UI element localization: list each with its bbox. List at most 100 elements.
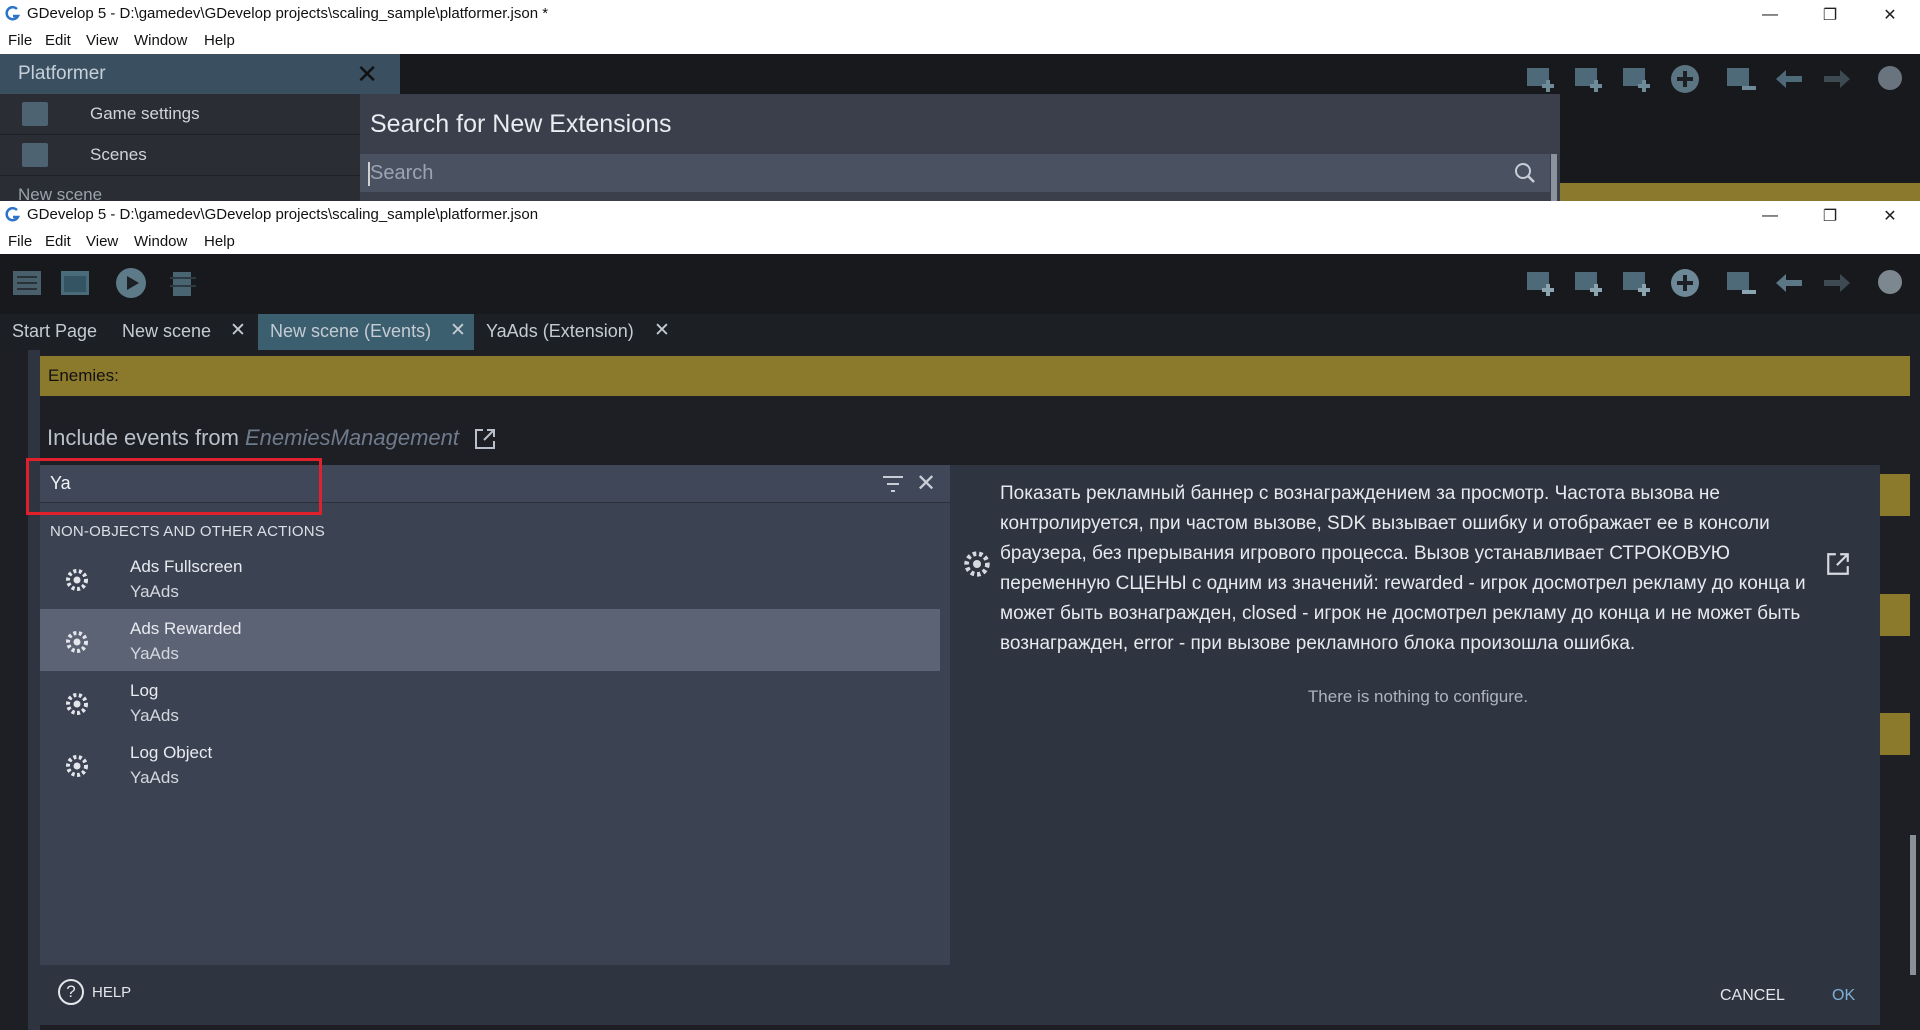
redo-icon[interactable] xyxy=(1820,266,1854,300)
add-other-event-icon[interactable] xyxy=(1668,62,1702,96)
list-item-log[interactable]: Log YaAds xyxy=(40,671,940,733)
scene-icon[interactable] xyxy=(58,266,92,300)
extensions-scrollbar[interactable] xyxy=(1551,154,1557,201)
menu-edit[interactable]: Edit xyxy=(45,32,71,49)
menu-file[interactable]: File xyxy=(8,32,32,49)
minimize-button[interactable]: — xyxy=(1740,201,1800,231)
search-extensions-dialog: Search for New Extensions Search xyxy=(360,94,1560,201)
help-icon: ? xyxy=(58,979,84,1005)
menu-view[interactable]: View xyxy=(86,32,118,49)
add-event-icon[interactable] xyxy=(1524,62,1558,96)
comment-event[interactable]: Enemies: xyxy=(40,356,1910,396)
add-comment-icon[interactable] xyxy=(1620,266,1654,300)
filter-icon[interactable] xyxy=(882,474,904,494)
project-item-label: Scenes xyxy=(90,145,147,164)
list-item-ads-rewarded[interactable]: Ads Rewarded YaAds xyxy=(40,609,940,671)
dialog-footer: ? HELP CANCEL OK xyxy=(40,965,1880,1025)
help-button[interactable]: ? HELP xyxy=(58,979,131,1005)
menu-window[interactable]: Window xyxy=(134,32,187,49)
minimize-button[interactable]: — xyxy=(1740,0,1800,30)
external-events-name: EnemiesManagement xyxy=(244,425,459,450)
redo-icon[interactable] xyxy=(1820,62,1854,96)
add-subevent-icon[interactable] xyxy=(1572,266,1606,300)
close-project-manager-button[interactable]: ✕ xyxy=(356,59,378,90)
gdevelop-logo-icon xyxy=(5,207,21,222)
ok-button[interactable]: OK xyxy=(1832,987,1855,1005)
gear-icon xyxy=(66,569,88,591)
gear-icon xyxy=(964,551,990,577)
close-tab-icon[interactable]: ✕ xyxy=(450,319,466,342)
events-gutter xyxy=(28,350,40,1030)
instruction-list-pane: Ya ✕ NON-OBJECTS AND OTHER ACTIONS Ads F… xyxy=(26,458,950,965)
tab-yaads-extension[interactable]: YaAds (Extension) ✕ xyxy=(474,314,674,350)
cancel-button[interactable]: CANCEL xyxy=(1720,987,1785,1005)
list-item-log-object[interactable]: Log Object YaAds xyxy=(40,733,940,795)
tab-new-scene[interactable]: New scene ✕ xyxy=(110,314,258,350)
include-events-row[interactable]: Include events from EnemiesManagement xyxy=(47,425,497,451)
extension-search-input[interactable]: Search xyxy=(360,154,1550,192)
add-event-icon[interactable] xyxy=(1524,266,1558,300)
menu-window[interactable]: Window xyxy=(134,233,187,250)
menu-view[interactable]: View xyxy=(86,233,118,250)
lower-titlebar: GDevelop 5 - D:\gamedev\GDevelop project… xyxy=(0,201,1920,231)
undo-icon[interactable] xyxy=(1772,266,1806,300)
maximize-button[interactable]: ❐ xyxy=(1800,0,1860,30)
project-title: Platformer xyxy=(18,63,106,84)
debugger-icon[interactable] xyxy=(166,266,200,300)
editor-tabs: Start Page New scene ✕ New scene (Events… xyxy=(0,314,1920,350)
project-manager-icon[interactable] xyxy=(10,266,44,300)
project-item-game-settings[interactable]: Game settings xyxy=(0,94,360,135)
search-placeholder: Search xyxy=(370,162,434,184)
upper-window-body: Platformer ✕ Game settings Scenes New sc… xyxy=(0,54,1920,201)
add-other-event-icon[interactable] xyxy=(1668,266,1702,300)
close-tab-icon[interactable]: ✕ xyxy=(654,319,670,342)
gdevelop-logo-icon xyxy=(5,6,21,21)
maximize-button[interactable]: ❐ xyxy=(1800,201,1860,231)
item-source: YaAds xyxy=(130,582,179,601)
tab-label: YaAds (Extension) xyxy=(486,321,634,341)
menu-help[interactable]: Help xyxy=(204,233,235,250)
add-subevent-icon[interactable] xyxy=(1572,62,1606,96)
gear-icon xyxy=(66,631,88,653)
menu-file[interactable]: File xyxy=(8,233,32,250)
project-item-new-scene[interactable]: New scene xyxy=(18,185,102,201)
scenes-icon xyxy=(22,143,48,167)
undo-icon[interactable] xyxy=(1772,62,1806,96)
screen: GDevelop 5 - D:\gamedev\GDevelop project… xyxy=(0,0,1920,1030)
project-item-label: Game settings xyxy=(90,104,200,123)
search-icon[interactable] xyxy=(1514,162,1536,184)
open-external-icon[interactable] xyxy=(473,427,497,451)
item-name: Ads Rewarded xyxy=(130,619,242,638)
menu-edit[interactable]: Edit xyxy=(45,233,71,250)
events-scrollbar[interactable] xyxy=(1910,835,1916,975)
menu-help[interactable]: Help xyxy=(204,32,235,49)
close-tab-icon[interactable]: ✕ xyxy=(230,319,246,342)
instruction-editor-dialog: Ya ✕ NON-OBJECTS AND OTHER ACTIONS Ads F… xyxy=(26,458,1880,1025)
comment-event-edge xyxy=(1880,594,1910,636)
preview-play-icon[interactable] xyxy=(114,266,148,300)
window-title: GDevelop 5 - D:\gamedev\GDevelop project… xyxy=(27,206,539,223)
tab-new-scene-events[interactable]: New scene (Events) ✕ xyxy=(258,314,474,350)
open-extension-icon[interactable] xyxy=(1825,551,1851,577)
gear-icon xyxy=(66,693,88,715)
clear-search-icon[interactable]: ✕ xyxy=(916,469,936,498)
search-events-icon[interactable] xyxy=(1874,62,1908,96)
delete-event-icon[interactable] xyxy=(1724,62,1758,96)
item-source: YaAds xyxy=(130,768,179,787)
comment-event-edge xyxy=(1880,474,1910,516)
close-window-button[interactable]: ✕ xyxy=(1860,201,1920,231)
tab-start-page[interactable]: Start Page xyxy=(0,314,110,350)
project-item-scenes[interactable]: Scenes xyxy=(0,135,360,176)
comment-event-edge xyxy=(1880,713,1910,755)
item-name: Ads Fullscreen xyxy=(130,557,243,576)
tab-label: New scene (Events) xyxy=(270,321,432,341)
lower-menubar: File Edit View Window Help xyxy=(0,231,1920,255)
list-item-ads-fullscreen[interactable]: Ads Fullscreen YaAds xyxy=(40,547,940,609)
add-comment-icon[interactable] xyxy=(1620,62,1654,96)
close-window-button[interactable]: ✕ xyxy=(1860,0,1920,30)
dialog-heading: Search for New Extensions xyxy=(370,110,672,138)
instruction-description: Показать рекламный баннер с вознагражден… xyxy=(1000,483,1806,654)
delete-event-icon[interactable] xyxy=(1724,266,1758,300)
search-events-icon[interactable] xyxy=(1874,266,1908,300)
event-comment-strip xyxy=(1560,183,1920,201)
